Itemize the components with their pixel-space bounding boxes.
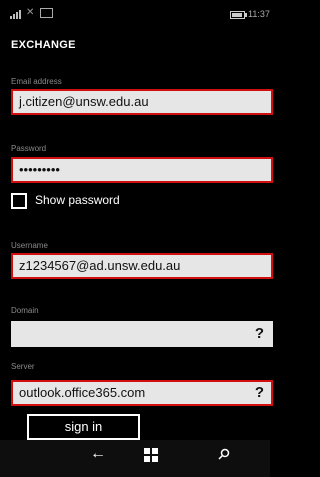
password-field[interactable]: •••••••••: [11, 157, 273, 183]
status-bar: ✕ 11:37: [0, 0, 270, 24]
username-label: Username: [11, 241, 48, 250]
sign-in-button[interactable]: sign in: [27, 414, 140, 440]
show-password-label[interactable]: Show password: [35, 193, 120, 207]
show-password-checkbox[interactable]: [11, 193, 27, 209]
message-icon: [40, 8, 53, 18]
domain-label: Domain: [11, 306, 39, 315]
domain-field[interactable]: ?: [11, 321, 273, 347]
password-label: Password: [11, 144, 47, 153]
server-field[interactable]: outlook.office365.com ?: [11, 380, 273, 406]
username-value: z1234567@ad.unsw.edu.au: [19, 258, 181, 273]
search-icon[interactable]: [218, 448, 230, 460]
email-label: Email address: [11, 77, 62, 86]
server-help-icon[interactable]: ?: [255, 380, 264, 406]
windows-start-icon[interactable]: [144, 448, 158, 462]
username-field[interactable]: z1234567@ad.unsw.edu.au: [11, 253, 273, 279]
email-field[interactable]: j.citizen@unsw.edu.au: [11, 89, 273, 115]
server-value: outlook.office365.com: [19, 385, 146, 400]
password-value: •••••••••: [19, 162, 60, 177]
no-wifi-icon: ✕: [26, 7, 35, 18]
page-title: EXCHANGE: [11, 39, 76, 51]
email-value: j.citizen@unsw.edu.au: [19, 94, 149, 109]
back-arrow-icon[interactable]: ←: [90, 445, 106, 463]
status-time: 11:37: [248, 9, 270, 19]
battery-icon: [230, 11, 247, 19]
signal-strength-icon: [10, 10, 21, 19]
server-label: Server: [11, 362, 35, 371]
domain-help-icon[interactable]: ?: [255, 321, 264, 347]
